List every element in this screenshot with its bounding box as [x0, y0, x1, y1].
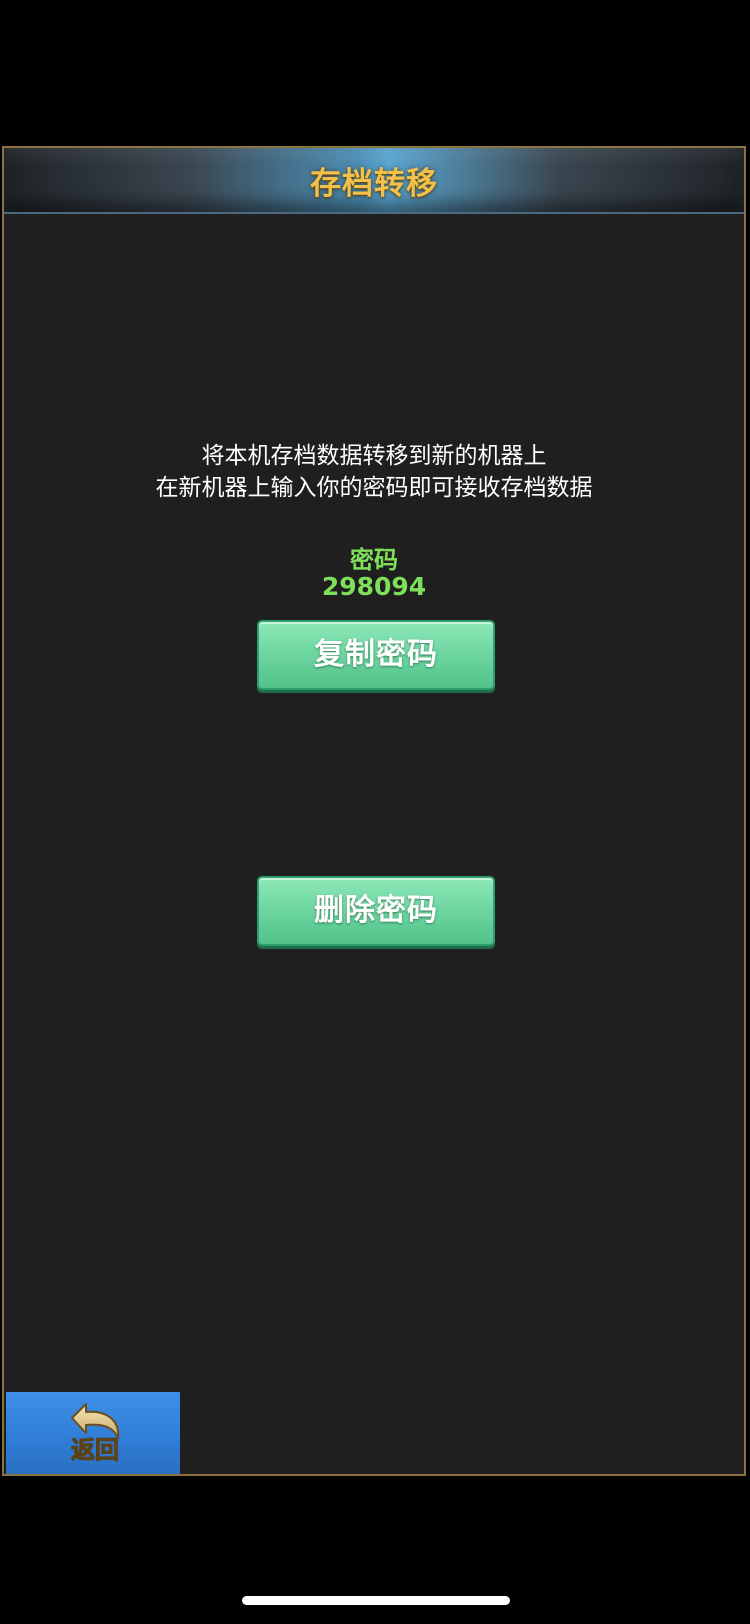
- description-line-2: 在新机器上输入你的密码即可接收存档数据: [155, 475, 593, 501]
- dialog-title: 存档转移: [310, 166, 438, 202]
- description: 将本机存档数据转移到新的机器上 在新机器上输入你的密码即可接收存档数据: [4, 440, 744, 504]
- back-button[interactable]: 返回: [6, 1392, 180, 1474]
- delete-password-button[interactable]: 删除密码: [257, 876, 495, 946]
- password-label: 密码: [350, 546, 398, 574]
- home-indicator: [242, 1596, 510, 1605]
- password-value: 298094: [321, 572, 427, 601]
- screen: 存档转移 将本机存档数据转移到新的机器上 在新机器上输入你的密码即可接收存档数据…: [0, 0, 750, 1624]
- back-button-label: 返回: [71, 1435, 119, 1464]
- save-transfer-panel: 存档转移 将本机存档数据转移到新的机器上 在新机器上输入你的密码即可接收存档数据…: [2, 146, 746, 1476]
- description-line-1: 将本机存档数据转移到新的机器上: [201, 443, 547, 469]
- back-arrow-icon: 返回: [71, 1403, 120, 1464]
- title-bar: 存档转移: [4, 148, 744, 214]
- copy-password-button[interactable]: 复制密码: [257, 620, 495, 690]
